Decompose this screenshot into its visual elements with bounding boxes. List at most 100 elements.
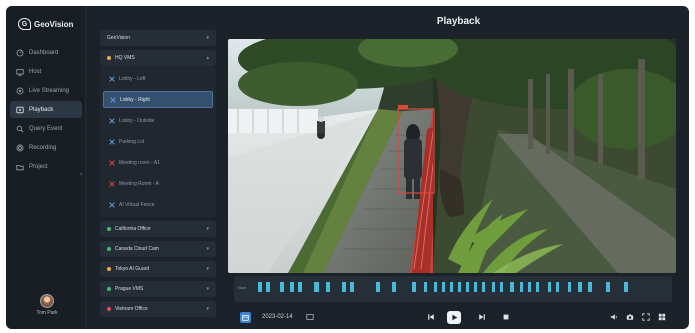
page-title: Playback (436, 16, 481, 27)
sidebar-item-dashboard[interactable]: Dashboard (10, 44, 82, 61)
app-window: G GeoVision Dashboard Host Live Streaming P… (6, 6, 689, 329)
video-frame (228, 39, 676, 273)
chevron-down-icon: ▾ (206, 286, 209, 292)
chevron-down-icon: ▾ (206, 306, 209, 312)
camera-label: Meeting room - A1 (119, 159, 160, 166)
dashboard-icon (16, 49, 24, 57)
previous-button[interactable] (427, 313, 435, 321)
query-icon (16, 125, 24, 133)
fullscreen-icon (642, 313, 650, 321)
sidebar: G GeoVision Dashboard Host Live Streaming P… (6, 6, 86, 329)
fullscreen-button[interactable] (642, 313, 650, 321)
skip-back-icon (428, 314, 434, 320)
status-dot (107, 56, 111, 60)
sidebar-item-playback[interactable]: Playback (10, 101, 82, 118)
sidebar-item-label: Project (29, 163, 48, 170)
recording-segment (434, 282, 437, 292)
layout-grid-button[interactable] (658, 313, 666, 321)
chevron-up-icon: ▴ (206, 55, 209, 61)
stop-button[interactable] (502, 313, 510, 321)
sidebar-item-project[interactable]: Project (10, 158, 82, 175)
recording-segment (450, 282, 453, 292)
camera-icon (110, 96, 116, 103)
sidebar-item-recording[interactable]: Recording (10, 139, 82, 156)
camera-item[interactable]: AI Virtual Fence (103, 196, 213, 213)
camera-item[interactable]: Meeting Room - A (103, 175, 213, 192)
camera-label: Lobby - Right (120, 96, 150, 103)
camera-item[interactable]: Lobby - Outside (103, 112, 213, 129)
sidebar-item-query-event[interactable]: Query Event (10, 120, 82, 137)
device-group-item[interactable]: California Office ▾ (100, 221, 216, 237)
recording-segment (326, 282, 330, 292)
video-player[interactable] (228, 39, 676, 273)
calendar-button[interactable] (240, 312, 251, 323)
grid-icon (658, 313, 666, 321)
camera-list: Lobby - Left Lobby - Right Lobby - Outside… (100, 66, 216, 217)
recording-segment (492, 282, 495, 292)
playback-date[interactable]: 2023-02-14 (262, 314, 293, 320)
user-profile[interactable]: Tom Park (30, 294, 64, 316)
next-button[interactable] (478, 313, 486, 321)
recording-icon (16, 144, 24, 152)
chevron-down-icon: ▾ (206, 35, 209, 41)
snapshot-button[interactable] (626, 313, 634, 321)
camera-item[interactable]: Meeting room - A1 (103, 154, 213, 171)
timeline-tick: · (274, 294, 276, 298)
recording-segment (588, 282, 592, 292)
camera-item[interactable]: Lobby - Left (103, 70, 213, 87)
device-group-item[interactable]: Tokyo AI Guard ▾ (100, 261, 216, 277)
recording-segment (536, 282, 539, 292)
recording-segment (280, 282, 284, 292)
device-group-item[interactable]: Canada Cloud Cam ▾ (100, 241, 216, 257)
recording-segment (548, 282, 551, 292)
camera-label: Parking Lot (119, 138, 145, 145)
user-name: Tom Park (36, 310, 58, 316)
recording-segment (350, 282, 354, 292)
logo-text: GeoVision (34, 19, 74, 29)
timeline-tick: · (382, 294, 384, 298)
timeline-tick: · (355, 294, 357, 298)
skip-forward-icon (479, 314, 485, 320)
recording-segment (458, 282, 461, 292)
volume-button[interactable] (610, 313, 618, 321)
camera-item[interactable]: Parking Lot (103, 133, 213, 150)
timeline-tick: · (436, 294, 438, 298)
device-group-hq-vms[interactable]: HQ VMS ▴ (100, 50, 216, 66)
status-dot (107, 307, 111, 311)
sidebar-item-live-streaming[interactable]: Live Streaming (10, 82, 82, 99)
live-icon (16, 87, 24, 95)
sidebar-item-label: Host (29, 68, 42, 75)
stop-icon (503, 314, 509, 320)
recording-segment (376, 282, 380, 292)
recording-segment (258, 282, 262, 292)
host-icon (16, 68, 24, 76)
camera-label: AI Virtual Fence (119, 201, 155, 208)
collapse-sidebar-icon[interactable]: ‹ (80, 171, 82, 178)
recording-segment (500, 282, 503, 292)
camera-label: Lobby - Left (119, 75, 146, 82)
device-group-item[interactable]: Vietnam Office ▾ (100, 301, 216, 317)
sidebar-item-label: Live Streaming (29, 87, 70, 94)
recording-segment (528, 282, 531, 292)
sidebar-item-label: Recording (29, 144, 57, 151)
group-label: Tokyo AI Guard (115, 266, 150, 272)
camera-item[interactable]: Lobby - Right (103, 91, 213, 108)
camera-icon (109, 201, 115, 208)
play-button[interactable] (447, 311, 461, 324)
playback-timeline[interactable]: Now · · · · · · · · · · · · · · · (234, 276, 672, 302)
chevron-down-icon: ▾ (206, 246, 209, 252)
geovision-logo-icon: G (18, 18, 31, 30)
camera-label: Meeting Room - A (119, 180, 160, 187)
status-dot (107, 267, 111, 271)
sidebar-item-host[interactable]: Host (10, 63, 82, 80)
recording-segment (342, 282, 346, 292)
date-picker-icon[interactable] (306, 313, 314, 321)
device-group-item[interactable]: Prague VMS ▾ (100, 281, 216, 297)
timeline-tick: · (328, 294, 330, 298)
device-root-dropdown[interactable]: GeoVision ▾ (100, 30, 216, 46)
device-panel: GeoVision ▾ HQ VMS ▴ Lobby - Left Lobby - Rig… (100, 30, 216, 329)
app-logo[interactable]: G GeoVision (18, 16, 73, 32)
timeline-tick: · (463, 294, 465, 298)
group-label: Canada Cloud Cam (115, 246, 159, 252)
group-label: HQ VMS (115, 55, 135, 61)
